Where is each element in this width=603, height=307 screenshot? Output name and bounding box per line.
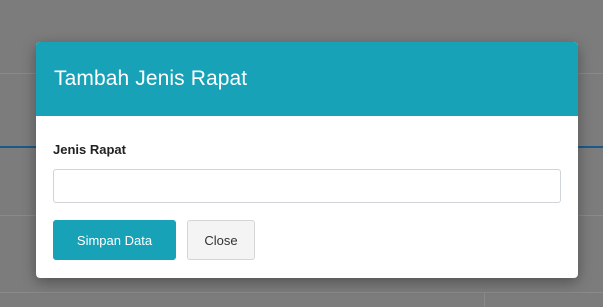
modal-body: Jenis Rapat Simpan Data Close bbox=[36, 116, 578, 260]
close-button[interactable]: Close bbox=[187, 220, 255, 260]
background-divider bbox=[0, 292, 603, 293]
background-column-divider bbox=[484, 292, 485, 307]
meeting-type-label: Jenis Rapat bbox=[53, 142, 126, 157]
add-meeting-type-modal: Tambah Jenis Rapat Jenis Rapat Simpan Da… bbox=[36, 42, 578, 278]
modal-title: Tambah Jenis Rapat bbox=[54, 67, 248, 90]
meeting-type-input[interactable] bbox=[53, 169, 561, 203]
save-data-button[interactable]: Simpan Data bbox=[53, 220, 176, 260]
modal-header: Tambah Jenis Rapat bbox=[36, 42, 578, 116]
modal-actions: Simpan Data Close bbox=[53, 220, 561, 260]
